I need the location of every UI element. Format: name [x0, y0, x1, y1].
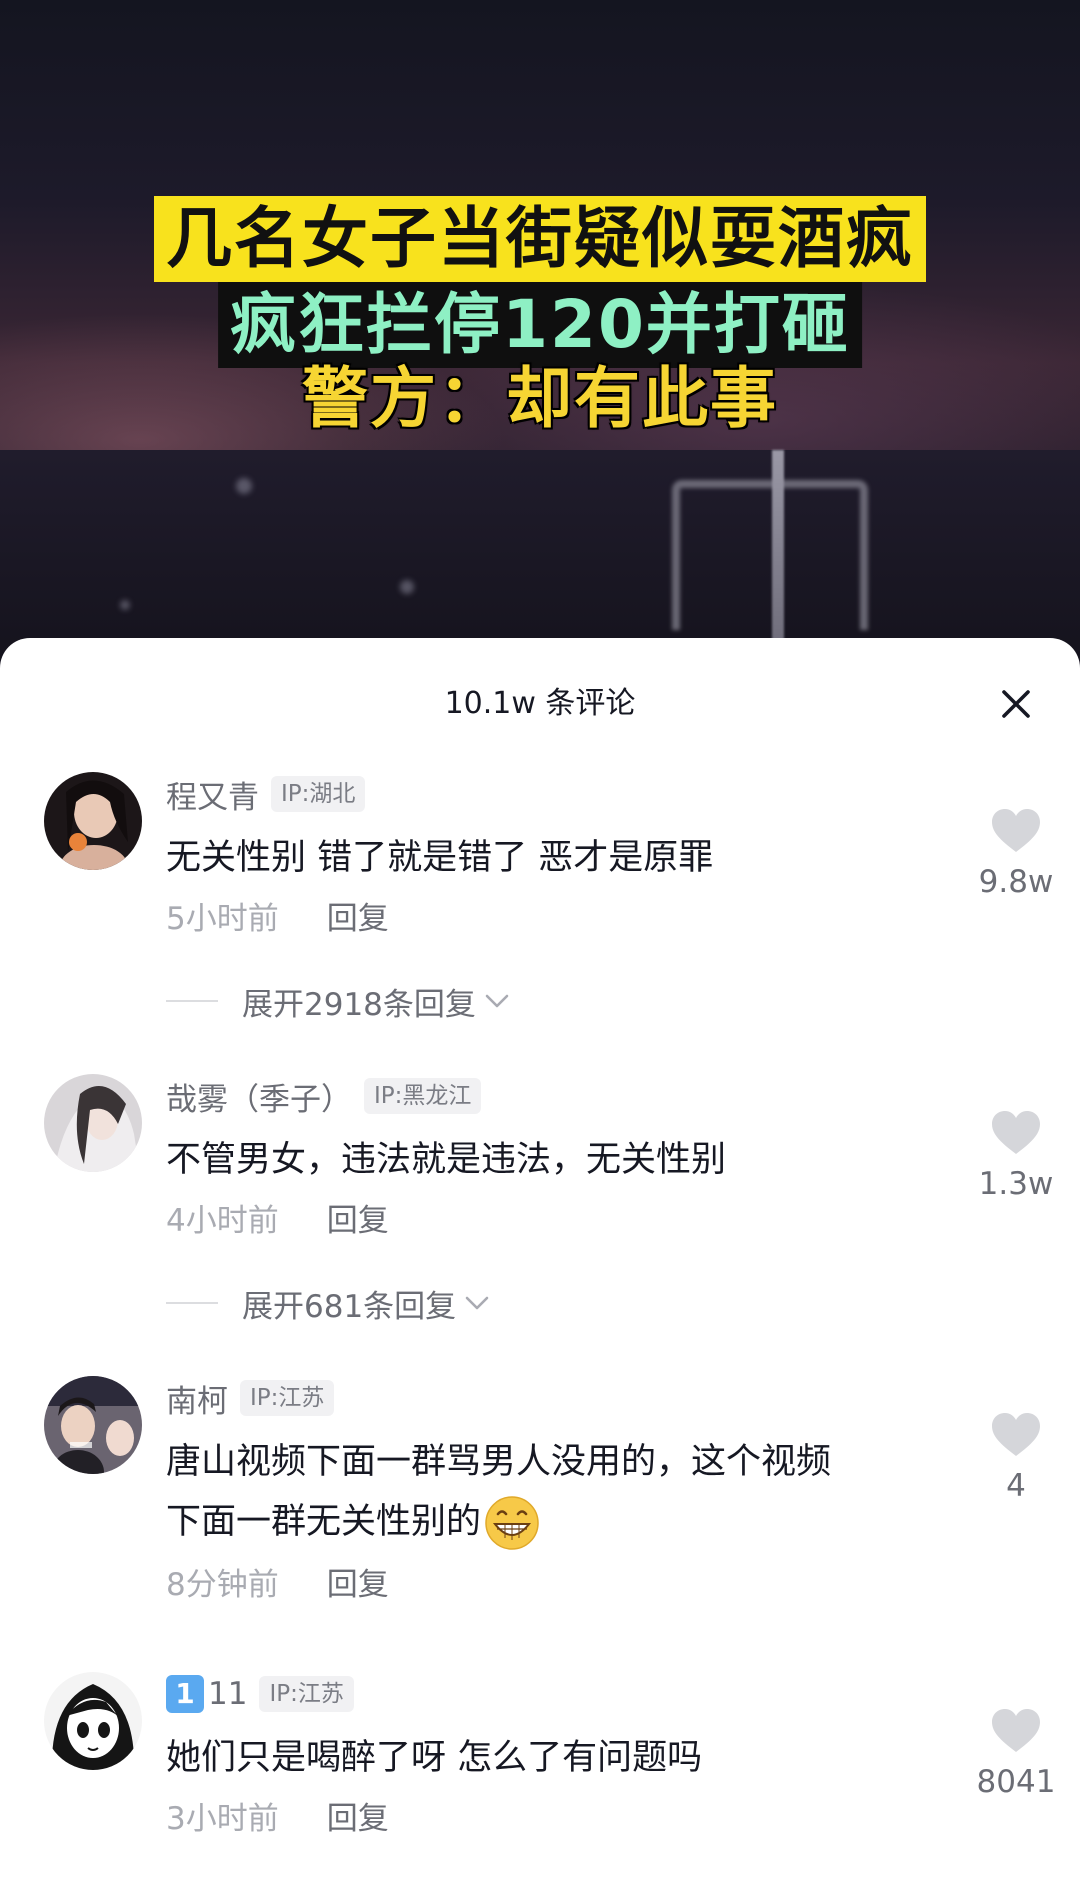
comment-time: 5小时前 [166, 900, 279, 937]
comment-time: 3小时前 [166, 1800, 279, 1837]
comment-body: 程又青 IP:湖北 无关性别 错了就是错了 恶才是原罪 5小时前 回复 展开29… [166, 772, 930, 1024]
video-caption-line-3: 警方：却有此事 [302, 360, 778, 437]
avatar[interactable] [44, 1672, 142, 1770]
ip-location-badge: IP:湖北 [271, 776, 366, 812]
heart-icon [992, 1111, 1040, 1154]
expand-replies-button[interactable]: 展开681条回复 [166, 1280, 930, 1326]
reply-button[interactable]: 回复 [327, 1559, 389, 1604]
comment-text-line-with-emoji: 下面一群无关性别的 [166, 1492, 930, 1552]
chevron-down-icon [465, 1296, 489, 1310]
avatar[interactable] [44, 1074, 142, 1172]
expand-replies-label: 展开2918条回复 [242, 986, 476, 1023]
username[interactable]: 程又青 [166, 772, 259, 817]
heart-icon [992, 1413, 1040, 1456]
video-player[interactable]: 几名女子当街疑似耍酒疯 疯狂拦停120并打砸 警方：却有此事 [0, 0, 1080, 660]
close-icon[interactable] [996, 684, 1036, 724]
video-background-scene [0, 450, 1080, 660]
comment-count: 10.1w 条评论 [444, 686, 636, 721]
like-count: 4 [1006, 1468, 1026, 1504]
like-count: 1.3w [978, 1166, 1054, 1202]
street-sign-shape [672, 480, 868, 630]
ip-location-badge: IP:黑龙江 [364, 1078, 482, 1114]
comment-sheet: 10.1w 条评论 程又青 IP:湖北 无关性别 错了就是错了 恶才是原罪 5小… [0, 638, 1080, 1890]
avatar[interactable] [44, 1376, 142, 1474]
comment-text: 不管男女，违法就是违法，无关性别 [166, 1140, 727, 1180]
comment-sheet-header: 10.1w 条评论 [0, 638, 1080, 758]
ip-location-badge: IP:江苏 [259, 1676, 354, 1712]
light-spot [120, 600, 130, 610]
like-button[interactable]: 8041 [976, 1708, 1056, 1800]
street-pole-shape [772, 450, 784, 660]
comment-time: 4小时前 [166, 1202, 279, 1239]
avatar[interactable] [44, 772, 142, 870]
comment-text-line: 唐山视频下面一群骂男人没用的，这个视频 [166, 1442, 832, 1482]
chevron-down-icon [485, 994, 509, 1008]
comment-body: 1 11 IP:江苏 她们只是喝醉了呀 怎么了有问题吗 3小时前 回复 [166, 1672, 930, 1840]
like-count: 9.8w [978, 864, 1054, 900]
divider [166, 1000, 218, 1002]
heart-icon [992, 809, 1040, 852]
comment-time: 8分钟前 [166, 1566, 279, 1603]
reply-button[interactable]: 回复 [327, 1793, 389, 1838]
grinning-emoji-icon [485, 1496, 539, 1550]
light-spot [400, 580, 414, 594]
reply-button[interactable]: 回复 [327, 1195, 389, 1240]
expand-replies-label: 展开681条回复 [242, 1288, 457, 1325]
video-caption-line-1: 几名女子当街疑似耍酒疯 [154, 196, 926, 282]
comment-text: 无关性别 错了就是错了 恶才是原罪 [166, 838, 714, 878]
divider [166, 1302, 218, 1304]
keycap-one-badge: 1 [166, 1675, 204, 1713]
comment-body: 哉雾（季子） IP:黑龙江 不管男女，违法就是违法，无关性别 4小时前 回复 展… [166, 1074, 930, 1326]
heart-icon [992, 1709, 1040, 1752]
comment-text: 唐山视频下面一群骂男人没用的，这个视频 下面一群无关性别的 [166, 1432, 930, 1552]
like-button[interactable]: 9.8w [976, 808, 1056, 900]
comment-body: 南柯 IP:江苏 唐山视频下面一群骂男人没用的，这个视频 下面一群无关性别的 8… [166, 1376, 930, 1606]
light-spot [236, 478, 252, 494]
ip-location-badge: IP:江苏 [240, 1380, 335, 1416]
username[interactable]: 哉雾（季子） [166, 1074, 352, 1119]
reply-button[interactable]: 回复 [327, 893, 389, 938]
like-button[interactable]: 4 [976, 1412, 1056, 1504]
comment-text-line: 下面一群无关性别的 [166, 1502, 482, 1542]
like-button[interactable]: 1.3w [976, 1110, 1056, 1202]
like-count: 8041 [976, 1764, 1056, 1800]
username[interactable]: 11 [208, 1676, 247, 1712]
username[interactable]: 南柯 [166, 1376, 228, 1421]
expand-replies-button[interactable]: 展开2918条回复 [166, 978, 930, 1024]
comment-text: 她们只是喝醉了呀 怎么了有问题吗 [166, 1738, 703, 1778]
